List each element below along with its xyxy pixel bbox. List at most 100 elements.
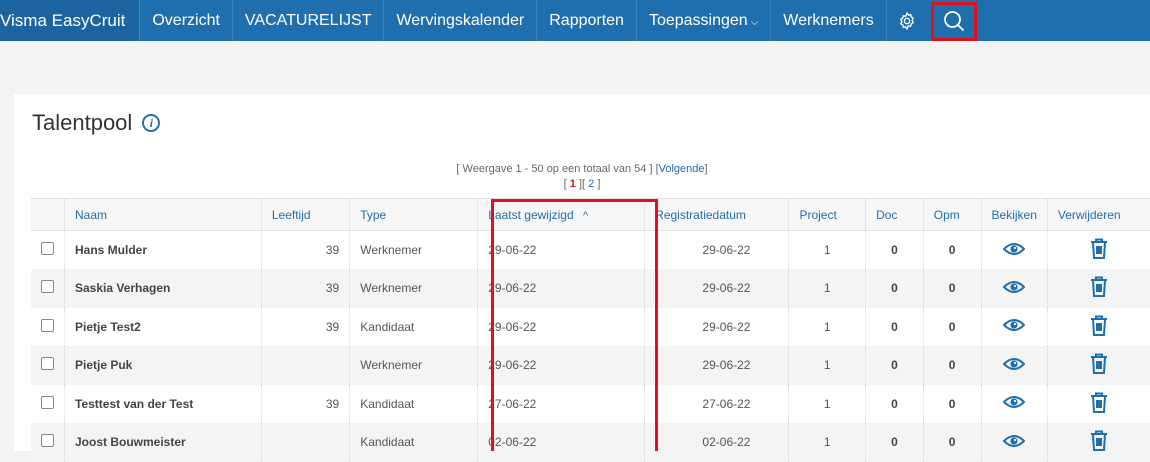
next-page-link[interactable]: Volgende <box>659 163 705 175</box>
row-select-cell <box>31 384 65 423</box>
row-checkbox[interactable] <box>41 434 54 448</box>
candidate-name[interactable]: Hans Mulder <box>64 230 262 269</box>
eye-icon[interactable] <box>1002 433 1026 449</box>
trash-icon[interactable] <box>1090 238 1108 259</box>
eye-icon[interactable] <box>1002 317 1026 333</box>
opm-count: 0 <box>922 230 982 269</box>
registration-date: 27-06-22 <box>644 384 789 423</box>
candidate-type: Werknemer <box>349 269 478 308</box>
registration-date: 29-06-22 <box>644 269 789 308</box>
page-title-wrapper: Talentpool i <box>32 110 161 136</box>
search-button[interactable] <box>930 1 977 41</box>
doc-count: 0 <box>865 269 924 308</box>
table-row: Pietje Puk Werknemer 29-06-22 29-06-22 1… <box>31 346 1150 385</box>
pagination-text: [ Weergave 1 - 50 op een totaal van 54 ] <box>456 163 653 175</box>
nav-wervingskalender[interactable]: Wervingskalender <box>383 0 536 41</box>
view-cell <box>980 384 1048 423</box>
view-cell <box>980 230 1048 269</box>
header-laatst-gewijzigd[interactable]: Laatst gewijzigd ^ <box>477 198 645 231</box>
row-checkbox[interactable] <box>41 280 54 294</box>
sort-ascending-icon: ^ <box>582 209 589 222</box>
project-count: 1 <box>788 230 866 269</box>
row-checkbox[interactable] <box>41 242 54 255</box>
eye-icon[interactable] <box>1002 394 1026 410</box>
doc-count: 0 <box>865 346 924 385</box>
candidate-type: Werknemer <box>349 230 478 269</box>
page-1-link[interactable]: 1 <box>570 178 576 190</box>
header-project[interactable]: Project <box>788 198 866 231</box>
nav-werknemers[interactable]: Werknemers <box>770 0 885 41</box>
last-modified-date: 29-06-22 <box>477 307 645 346</box>
opm-count: 0 <box>922 307 982 346</box>
trash-icon[interactable] <box>1090 276 1108 298</box>
nav-overzicht[interactable]: Overzicht <box>139 0 232 41</box>
row-checkbox[interactable] <box>41 318 54 332</box>
last-modified-date: 29-06-22 <box>477 230 645 269</box>
delete-cell <box>1046 346 1150 385</box>
header-laatst-label: Laatst gewijzigd <box>488 207 574 222</box>
project-count: 1 <box>788 384 866 423</box>
table-row: Pietje Test2 39 Kandidaat 29-06-22 29-06… <box>31 307 1150 346</box>
header-leeftijd[interactable]: Leeftijd <box>260 198 350 231</box>
page-2-link[interactable]: 2 <box>588 178 594 190</box>
candidate-name[interactable]: Joost Bouwmeister <box>64 423 262 462</box>
doc-count: 0 <box>865 384 924 423</box>
doc-count: 0 <box>865 230 924 269</box>
delete-cell <box>1046 384 1150 423</box>
candidate-age: 39 <box>260 307 350 346</box>
row-checkbox[interactable] <box>41 395 54 409</box>
opm-count: 0 <box>922 423 982 462</box>
page1-open: [ <box>563 178 567 190</box>
project-count: 1 <box>788 269 866 308</box>
opm-count: 0 <box>922 384 982 423</box>
trash-icon[interactable] <box>1090 392 1108 413</box>
settings-button[interactable] <box>885 0 927 41</box>
trash-icon[interactable] <box>1090 353 1108 375</box>
nav-toepassingen-label: Toepassingen <box>648 11 748 29</box>
pagination-next-close: ] <box>704 163 708 175</box>
eye-icon[interactable] <box>1002 241 1026 257</box>
candidate-age: 39 <box>260 269 350 308</box>
trash-icon[interactable] <box>1090 430 1108 452</box>
sub-toolbar <box>0 41 1150 93</box>
page2-open: [ <box>582 178 586 190</box>
doc-count: 0 <box>865 423 924 462</box>
row-select-cell <box>31 346 65 385</box>
eye-icon[interactable] <box>1002 279 1026 295</box>
pagination-pages: [ 1 ][ 2 ] <box>14 178 1150 190</box>
header-bekijken: Bekijken <box>980 198 1048 231</box>
header-doc[interactable]: Doc <box>865 198 924 231</box>
candidate-type: Kandidaat <box>349 307 478 346</box>
doc-count: 0 <box>865 307 924 346</box>
row-select-cell <box>31 423 65 462</box>
candidate-age: 39 <box>260 384 350 423</box>
header-type[interactable]: Type <box>349 198 478 231</box>
candidate-name[interactable]: Saskia Verhagen <box>64 269 262 308</box>
candidate-type: Werknemer <box>349 346 478 385</box>
trash-icon[interactable] <box>1090 315 1108 336</box>
opm-count: 0 <box>922 346 982 385</box>
last-modified-date: 29-06-22 <box>477 346 645 385</box>
candidate-name[interactable]: Pietje Puk <box>64 346 262 385</box>
candidate-name[interactable]: Testtest van der Test <box>64 384 262 423</box>
eye-icon[interactable] <box>1002 356 1026 372</box>
brand-logo[interactable]: Visma EasyCruit <box>0 0 140 41</box>
registration-date: 29-06-22 <box>644 346 789 385</box>
project-count: 1 <box>788 423 866 462</box>
nav-toepassingen[interactable]: Toepassingen ⌵ <box>635 0 770 41</box>
table-row: Joost Bouwmeister Kandidaat 02-06-22 02-… <box>31 423 1150 462</box>
registration-date: 29-06-22 <box>644 307 789 346</box>
info-icon[interactable]: i <box>142 114 161 132</box>
nav-rapporten[interactable]: Rapporten <box>536 0 636 41</box>
table-row: Hans Mulder 39 Werknemer 29-06-22 29-06-… <box>31 230 1150 269</box>
header-naam[interactable]: Naam <box>64 198 262 231</box>
delete-cell <box>1046 230 1150 269</box>
delete-cell <box>1046 307 1150 346</box>
candidate-name[interactable]: Pietje Test2 <box>64 307 262 346</box>
row-checkbox[interactable] <box>41 357 54 371</box>
nav-vacaturelijst[interactable]: VACATURELIJST <box>231 0 384 41</box>
header-registratiedatum[interactable]: Registratiedatum <box>644 198 789 231</box>
header-opm[interactable]: Opm <box>922 198 982 231</box>
table-row: Testtest van der Test 39 Kandidaat 27-06… <box>31 384 1150 423</box>
last-modified-date: 02-06-22 <box>477 423 645 462</box>
